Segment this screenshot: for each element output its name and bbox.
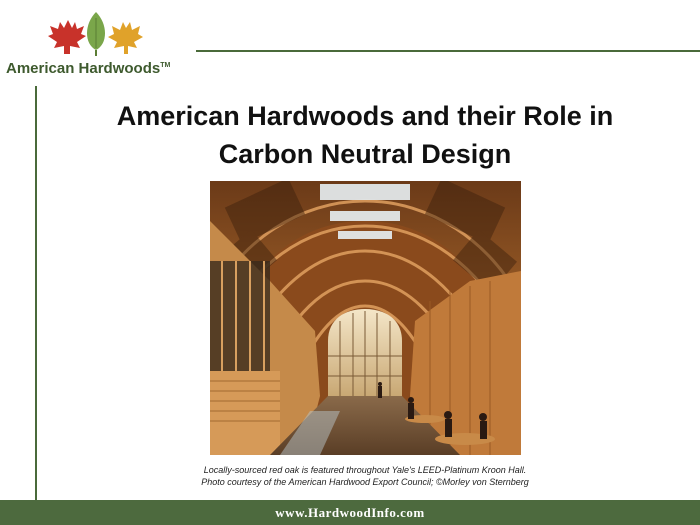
footer-url[interactable]: www.HardwoodInfo.com — [0, 505, 700, 521]
leaves-icon — [48, 12, 143, 56]
interior-hall-photo — [210, 181, 521, 455]
title-line-1: American Hardwoods and their Role in — [116, 101, 614, 131]
top-divider — [196, 50, 700, 52]
left-divider — [35, 86, 37, 500]
slide-title: American Hardwoods and their Role in Car… — [60, 97, 670, 173]
trademark-mark: TM — [160, 62, 171, 69]
red-maple-leaf-icon — [48, 20, 86, 54]
photo-caption: Locally-sourced red oak is featured thro… — [150, 464, 580, 488]
footer-bar: www.HardwoodInfo.com — [0, 500, 700, 525]
vaulted-hall-illustration — [210, 181, 521, 455]
caption-line-2: Photo courtesy of the American Hardwood … — [201, 477, 529, 487]
green-leaf-icon — [87, 12, 105, 56]
caption-line-1: Locally-sourced red oak is featured thro… — [203, 465, 527, 475]
logo: American HardwoodsTM — [0, 0, 200, 90]
brand-name: American HardwoodsTM — [6, 60, 171, 77]
title-line-2: Carbon Neutral Design — [218, 139, 512, 169]
orange-leaf-icon — [108, 22, 143, 54]
slide: American HardwoodsTM American Hardwoods … — [0, 0, 700, 525]
